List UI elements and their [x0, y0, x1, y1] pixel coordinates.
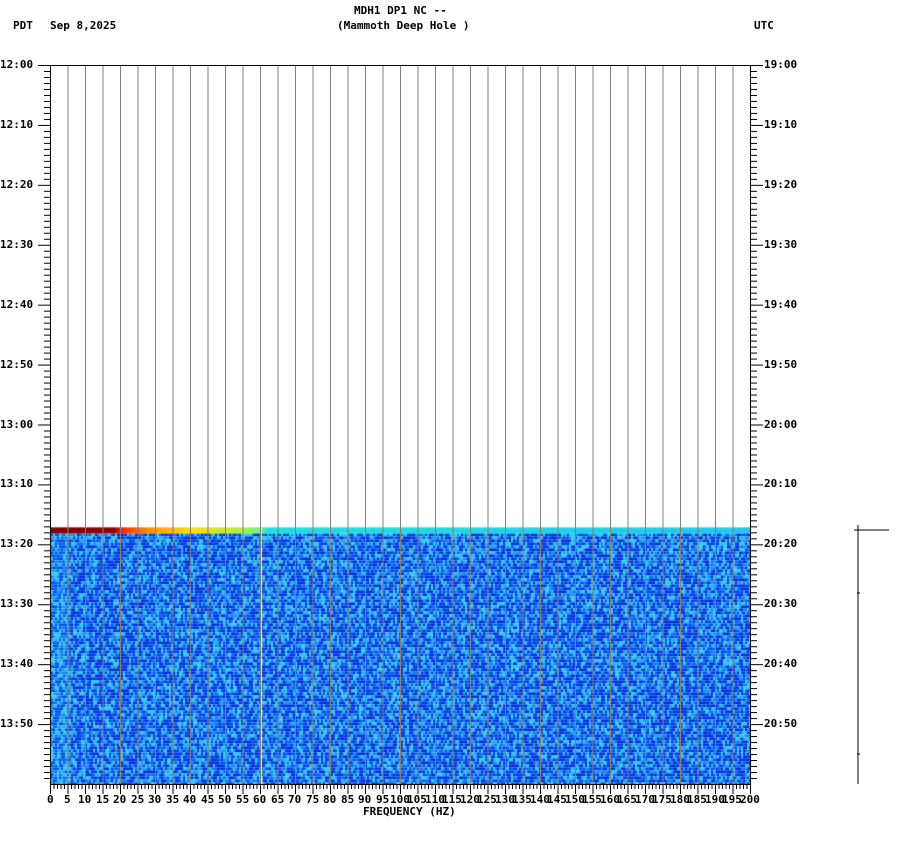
- amplitude-scale-bar: [852, 525, 892, 785]
- x-tick-label: 35: [166, 794, 179, 806]
- right-time-label: 19:10: [764, 119, 797, 131]
- x-tick-label: 45: [201, 794, 214, 806]
- left-time-label: 12:20: [0, 179, 33, 191]
- right-time-label: 19:40: [764, 299, 797, 311]
- right-time-label: 19:50: [764, 359, 797, 371]
- x-tick-label: 125: [477, 794, 497, 806]
- x-tick-label: 0: [47, 794, 54, 806]
- left-time-label: 13:30: [0, 598, 33, 610]
- x-tick-label: 145: [547, 794, 567, 806]
- x-tick-label: 30: [148, 794, 161, 806]
- right-time-label: 20:20: [764, 538, 797, 550]
- x-tick-label: 5: [64, 794, 71, 806]
- left-time-label: 13:50: [0, 718, 33, 730]
- left-time-label: 12:10: [0, 119, 33, 131]
- x-tick-label: 65: [271, 794, 284, 806]
- x-tick-label: 55: [236, 794, 249, 806]
- x-tick-label: 80: [323, 794, 336, 806]
- x-tick-label: 70: [288, 794, 301, 806]
- right-time-label: 20:40: [764, 658, 797, 670]
- x-tick-label: 10: [78, 794, 91, 806]
- left-time-label: 12:00: [0, 59, 33, 71]
- x-tick-label: 200: [740, 794, 760, 806]
- left-time-label: 12:50: [0, 359, 33, 371]
- right-time-label: 20:10: [764, 478, 797, 490]
- x-tick-label: 15: [96, 794, 109, 806]
- x-tick-label: 195: [722, 794, 742, 806]
- left-time-label: 13:10: [0, 478, 33, 490]
- left-time-label: 12:40: [0, 299, 33, 311]
- x-tick-label: 50: [218, 794, 231, 806]
- x-tick-label: 155: [582, 794, 602, 806]
- x-tick-label: 20: [113, 794, 126, 806]
- x-tick-label: 175: [652, 794, 672, 806]
- x-tick-label: 40: [183, 794, 196, 806]
- right-time-label: 20:50: [764, 718, 797, 730]
- right-time-label: 19:30: [764, 239, 797, 251]
- right-time-label: 20:30: [764, 598, 797, 610]
- left-time-label: 13:00: [0, 419, 33, 431]
- left-time-label: 12:30: [0, 239, 33, 251]
- x-tick-label: 60: [253, 794, 266, 806]
- right-time-label: 19:20: [764, 179, 797, 191]
- x-tick-label: 85: [341, 794, 354, 806]
- x-tick-label: 165: [617, 794, 637, 806]
- x-tick-label: 75: [306, 794, 319, 806]
- right-time-label: 19:00: [764, 59, 797, 71]
- left-time-label: 13:20: [0, 538, 33, 550]
- x-tick-label: 185: [687, 794, 707, 806]
- x-tick-label: 25: [131, 794, 144, 806]
- x-tick-label: 135: [512, 794, 532, 806]
- right-time-label: 20:00: [764, 419, 797, 431]
- left-time-label: 13:40: [0, 658, 33, 670]
- x-axis-label: FREQUENCY (HZ): [363, 806, 456, 818]
